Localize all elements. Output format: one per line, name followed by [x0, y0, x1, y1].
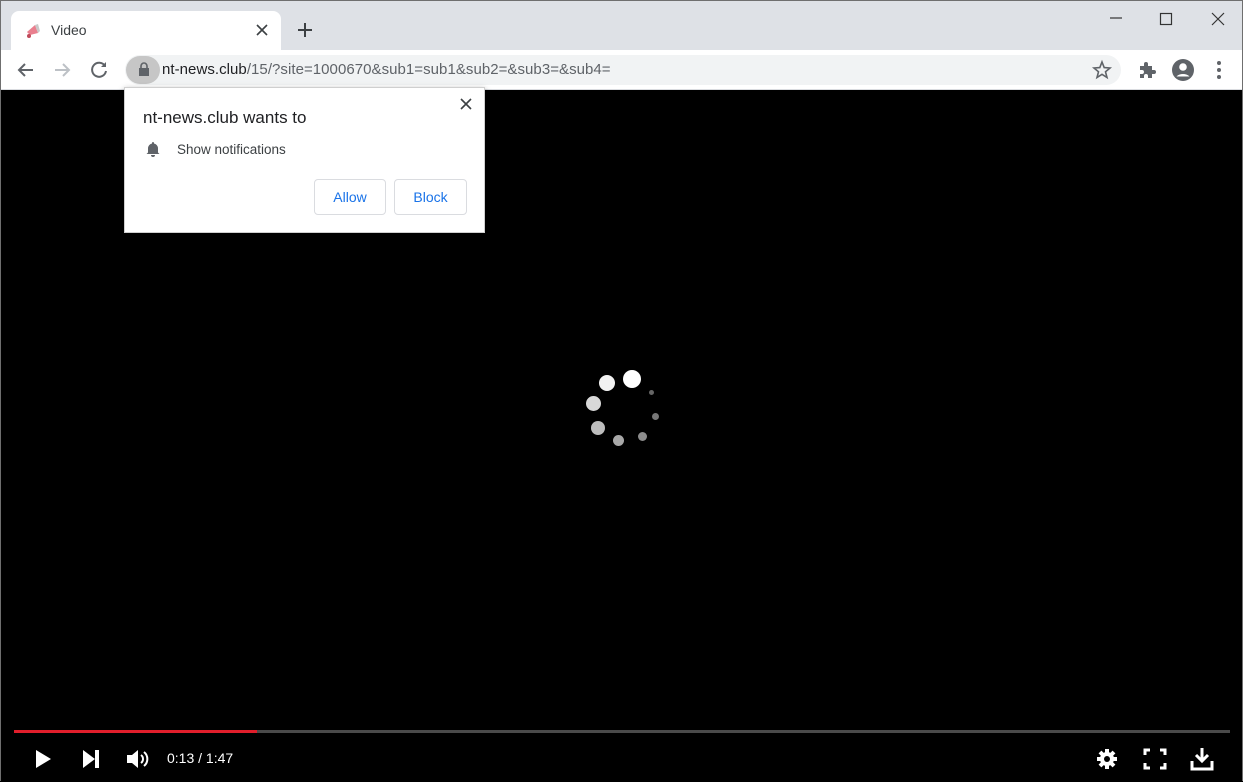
reload-button[interactable]: [86, 57, 112, 83]
forward-button[interactable]: [49, 57, 75, 83]
tab-strip: Video: [1, 1, 1242, 50]
tab-close-button[interactable]: [251, 19, 273, 41]
megaphone-icon: [27, 24, 40, 38]
url-path: /15/?site=1000670&sub1=sub1&sub2=&sub3=&…: [246, 61, 611, 78]
time-display: 0:13 / 1:47: [167, 750, 234, 766]
window-close-button[interactable]: [1198, 6, 1238, 32]
menu-button[interactable]: [1206, 57, 1232, 83]
spinner-dot: [613, 435, 624, 446]
extensions-button[interactable]: [1134, 57, 1160, 83]
spinner-dot: [623, 370, 641, 388]
fullscreen-icon: [1143, 748, 1167, 770]
maximize-icon: [1159, 12, 1173, 26]
maximize-button[interactable]: [1146, 6, 1186, 32]
star-icon: [1091, 59, 1113, 80]
settings-icon: [1097, 749, 1117, 769]
menu-icon: [1217, 61, 1221, 79]
block-button[interactable]: Block: [394, 179, 467, 215]
new-tab-button[interactable]: [293, 18, 317, 42]
allow-button[interactable]: Allow: [314, 179, 386, 215]
volume-button[interactable]: [124, 745, 152, 773]
download-icon: [1190, 748, 1214, 771]
spinner-dot: [638, 432, 647, 441]
bell-icon: [146, 142, 160, 157]
spinner-dot: [652, 413, 659, 420]
download-button[interactable]: [1188, 745, 1216, 773]
back-button[interactable]: [13, 57, 39, 83]
extensions-icon: [1140, 62, 1156, 78]
site-info-button[interactable]: [126, 56, 160, 84]
address-bar[interactable]: nt-news.club/15/?site=1000670&sub1=sub1&…: [125, 55, 1121, 85]
url-host: nt-news.club: [162, 61, 247, 78]
next-button[interactable]: [77, 745, 105, 773]
popup-close-button[interactable]: [458, 96, 474, 112]
spinner-icon: [581, 366, 671, 456]
profile-icon: [1172, 59, 1194, 81]
notification-permission-popup: nt-news.club wants to Show notifications…: [124, 87, 485, 233]
lock-icon: [139, 62, 149, 76]
tab-title: Video: [51, 22, 87, 38]
spinner-dot: [586, 396, 601, 411]
play-icon: [36, 750, 51, 768]
fullscreen-button[interactable]: [1141, 745, 1169, 773]
plus-icon: [298, 23, 312, 37]
close-icon: [1211, 12, 1225, 26]
play-button[interactable]: [29, 745, 57, 773]
arrow-right-icon: [55, 63, 71, 77]
video-progress-bar[interactable]: [14, 730, 1230, 733]
minimize-icon: [1110, 17, 1122, 19]
progress-fill: [14, 730, 258, 733]
close-icon: [256, 24, 268, 36]
reload-icon: [91, 61, 107, 78]
profile-button[interactable]: [1170, 57, 1196, 83]
browser-toolbar: nt-news.club/15/?site=1000670&sub1=sub1&…: [1, 50, 1242, 90]
close-icon: [460, 98, 472, 110]
spinner-dot: [591, 421, 605, 435]
popup-title: nt-news.club wants to: [143, 108, 307, 127]
bookmark-button[interactable]: [1091, 59, 1113, 81]
tab-video[interactable]: Video: [11, 11, 281, 50]
settings-button[interactable]: [1093, 745, 1121, 773]
spinner-dot: [599, 375, 615, 391]
spinner-dot: [649, 390, 654, 395]
url-text[interactable]: nt-news.club/15/?site=1000670&sub1=sub1&…: [162, 61, 611, 78]
permission-label: Show notifications: [177, 142, 286, 157]
next-icon: [83, 750, 99, 768]
arrow-left-icon: [17, 63, 33, 77]
browser-window: Video nt-news.club/15/?site=1000670&sub1…: [0, 0, 1243, 782]
minimize-button[interactable]: [1096, 6, 1136, 32]
volume-icon: [127, 750, 149, 768]
